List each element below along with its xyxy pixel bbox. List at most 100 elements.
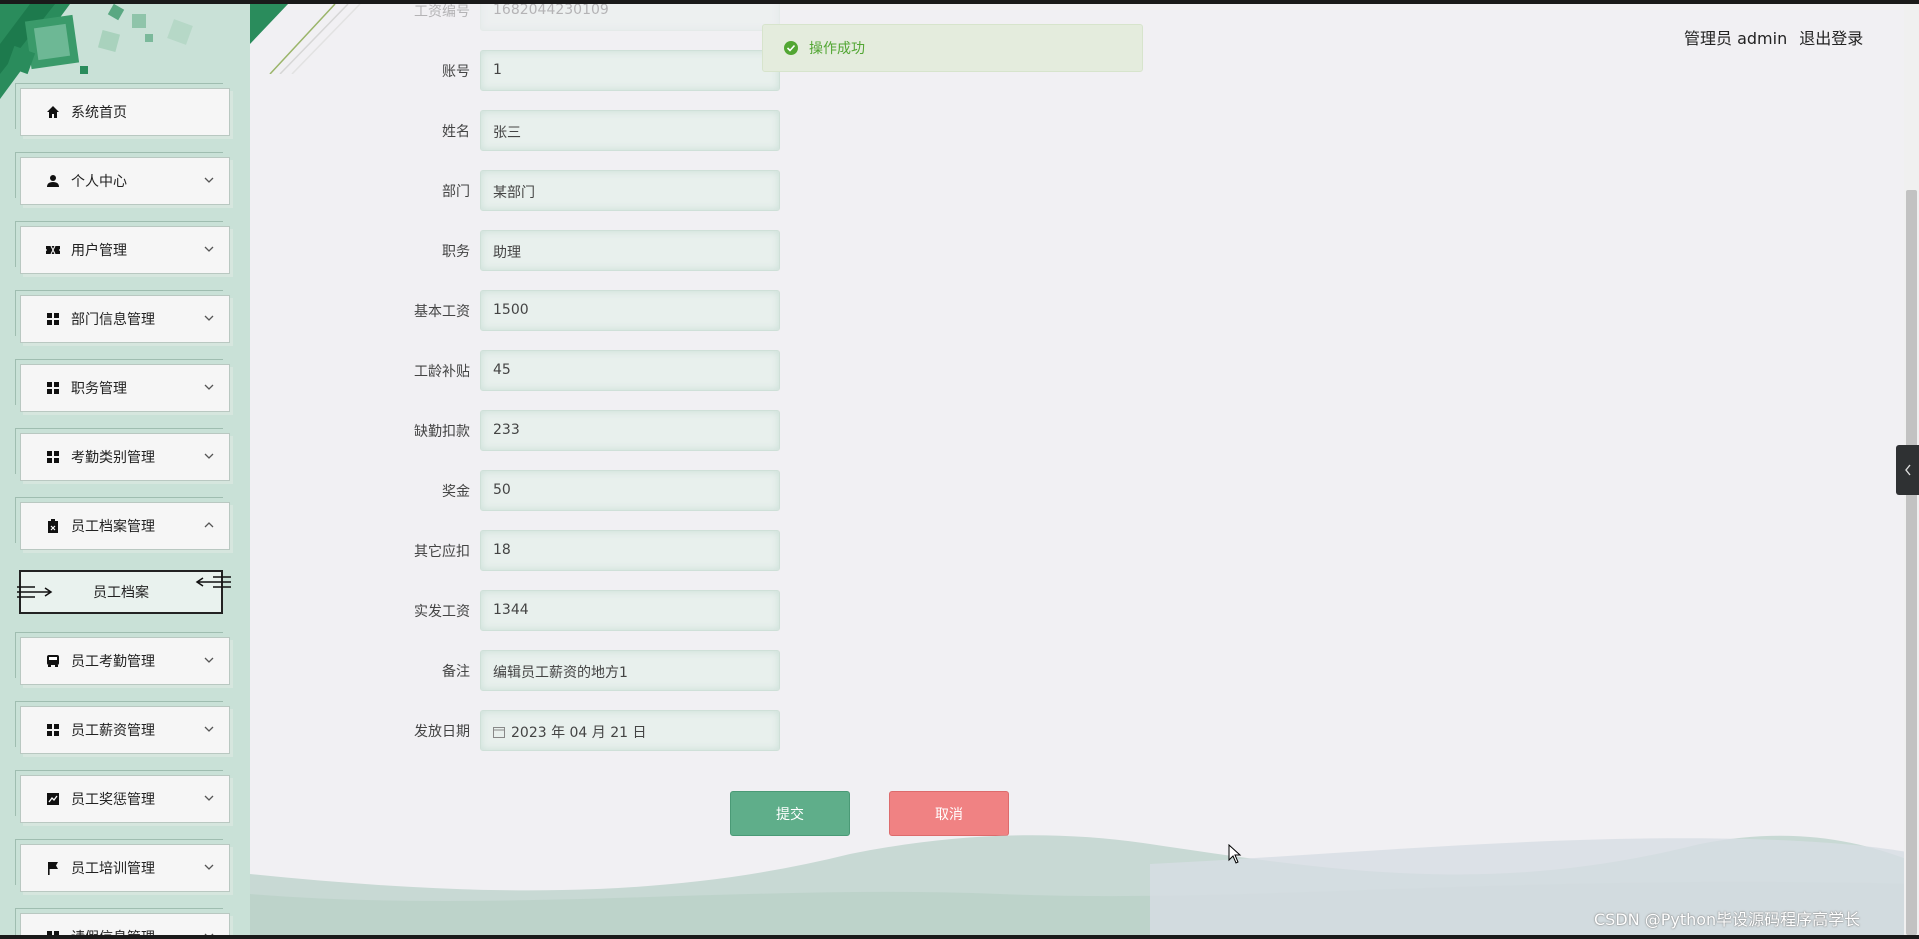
mouse-cursor-icon (1228, 844, 1242, 864)
chevron-down-icon (204, 315, 214, 321)
form-row-net-salary: 实发工资 1344 (250, 590, 850, 632)
calendar-icon (493, 727, 505, 738)
sidebar-item-positions[interactable]: 职务管理 (15, 359, 230, 412)
form-row-pay-date: 发放日期 2023 年 04 月 21 日 (250, 710, 850, 752)
side-panel-toggle[interactable] (1896, 445, 1919, 495)
sidebar-item-home[interactable]: 系统首页 (15, 83, 230, 136)
sidebar-item-label: 部门信息管理 (71, 312, 155, 328)
chevron-down-icon (204, 657, 214, 663)
sidebar-subitem-employee-file[interactable]: 员工档案 (17, 570, 231, 614)
field-label: 基本工资 (414, 304, 470, 320)
chevron-down-icon (204, 795, 214, 801)
grid-icon (45, 722, 61, 738)
bonus-field[interactable]: 50 (480, 470, 780, 511)
chevron-down-icon (204, 177, 214, 183)
chevron-down-icon (204, 864, 214, 870)
form-row-position: 职务 助理 (250, 230, 850, 272)
success-toast: 操作成功 (762, 24, 1143, 72)
cancel-button[interactable]: 取消 (889, 791, 1009, 836)
field-label: 账号 (442, 64, 470, 80)
sidebar-item-users[interactable]: 用户管理 (15, 221, 230, 274)
sidebar-item-employee-attendance[interactable]: 员工考勤管理 (15, 632, 230, 685)
chevron-down-icon (204, 453, 214, 459)
sidebar: 系统首页 个人中心 用户管理 部门信息管理 职务管理 考勤类别管理 员工档案管理… (0, 4, 250, 935)
home-icon (45, 104, 61, 120)
field-label: 姓名 (442, 124, 470, 140)
sidebar-item-attendance-types[interactable]: 考勤类别管理 (15, 428, 230, 481)
name-field[interactable]: 张三 (480, 110, 780, 151)
chevron-down-icon (204, 384, 214, 390)
arrow-left-icon (195, 576, 231, 588)
form-row-remarks: 备注 编辑员工薪资的地方1 (250, 650, 850, 692)
field-label: 缺勤扣款 (414, 424, 470, 440)
admin-username: 管理员 admin (1684, 29, 1788, 48)
form-row-salary-id: 工资编号 1682044230109 (250, 4, 850, 32)
absence-deduction-field[interactable]: 233 (480, 410, 780, 451)
field-label: 备注 (442, 664, 470, 680)
net-salary-field[interactable]: 1344 (480, 590, 780, 631)
position-field[interactable]: 助理 (480, 230, 780, 271)
sidebar-item-label: 请假信息管理 (71, 927, 155, 935)
sidebar-item-employee-rewards[interactable]: 员工奖惩管理 (15, 770, 230, 823)
sidebar-item-label: 个人中心 (71, 174, 127, 190)
sidebar-subitem-label: 员工档案 (93, 585, 149, 601)
form-row-account: 账号 1 (250, 50, 850, 92)
user-icon (45, 173, 61, 189)
field-label: 实发工资 (414, 604, 470, 620)
scrollbar-thumb[interactable] (1906, 190, 1917, 935)
sidebar-item-label: 员工考勤管理 (71, 654, 155, 670)
sidebar-item-label: 考勤类别管理 (71, 450, 155, 466)
department-field[interactable]: 某部门 (480, 170, 780, 211)
pay-date-field[interactable]: 2023 年 04 月 21 日 (480, 710, 780, 751)
grid-icon (45, 449, 61, 465)
form-row-department: 部门 某部门 (250, 170, 850, 212)
form-row-base-salary: 基本工资 1500 (250, 290, 850, 332)
sidebar-item-employee-salary[interactable]: 员工薪资管理 (15, 701, 230, 754)
grid-icon (45, 311, 61, 327)
bottom-border (0, 935, 1919, 939)
watermark: CSDN @Python毕设源码程序高学长 (1594, 910, 1861, 929)
sidebar-item-employee-files[interactable]: 员工档案管理 (15, 497, 230, 550)
field-label: 职务 (442, 244, 470, 260)
field-label: 工龄补贴 (414, 364, 470, 380)
sidebar-item-label: 员工薪资管理 (71, 723, 155, 739)
sidebar-item-leave[interactable]: 请假信息管理 (15, 908, 230, 935)
field-label: 发放日期 (414, 724, 470, 740)
sidebar-item-departments[interactable]: 部门信息管理 (15, 290, 230, 343)
base-salary-field[interactable]: 1500 (480, 290, 780, 331)
pay-date-value: 2023 年 04 月 21 日 (511, 725, 647, 741)
seniority-allowance-field[interactable]: 45 (480, 350, 780, 391)
field-label: 部门 (442, 184, 470, 200)
sidebar-item-label: 职务管理 (71, 381, 127, 397)
form-row-name: 姓名 张三 (250, 110, 850, 152)
grid-icon (45, 380, 61, 396)
field-label: 奖金 (442, 484, 470, 500)
flag-icon (45, 860, 61, 876)
form-row-absence-deduction: 缺勤扣款 233 (250, 410, 850, 452)
clipboard-icon (45, 518, 61, 534)
salary-id-field[interactable]: 1682044230109 (480, 4, 780, 31)
header-user-area: 管理员 admin 退出登录 (1684, 25, 1863, 49)
chevron-down-icon (204, 246, 214, 252)
form-row-bonus: 奖金 50 (250, 470, 850, 512)
sidebar-item-profile[interactable]: 个人中心 (15, 152, 230, 205)
logout-link[interactable]: 退出登录 (1799, 25, 1863, 49)
arrow-right-icon (17, 586, 53, 598)
remarks-field[interactable]: 编辑员工薪资的地方1 (480, 650, 780, 691)
main-content: 管理员 admin 退出登录 工资编号 1682044230109 账号 1 姓… (250, 4, 1919, 935)
sidebar-item-label: 员工培训管理 (71, 861, 155, 877)
chevron-left-icon (1904, 464, 1911, 476)
form-row-seniority-allowance: 工龄补贴 45 (250, 350, 850, 392)
field-label: 其它应扣 (414, 544, 470, 560)
account-field[interactable]: 1 (480, 50, 780, 91)
other-deductions-field[interactable]: 18 (480, 530, 780, 571)
chevron-up-icon (204, 522, 214, 528)
check-circle-icon (784, 41, 798, 55)
toast-message: 操作成功 (809, 41, 865, 57)
ticket-icon (45, 242, 61, 258)
field-label: 工资编号 (414, 4, 470, 20)
chart-icon (45, 791, 61, 807)
form-row-other-deductions: 其它应扣 18 (250, 530, 850, 572)
sidebar-item-employee-training[interactable]: 员工培训管理 (15, 839, 230, 892)
submit-button[interactable]: 提交 (730, 791, 850, 836)
